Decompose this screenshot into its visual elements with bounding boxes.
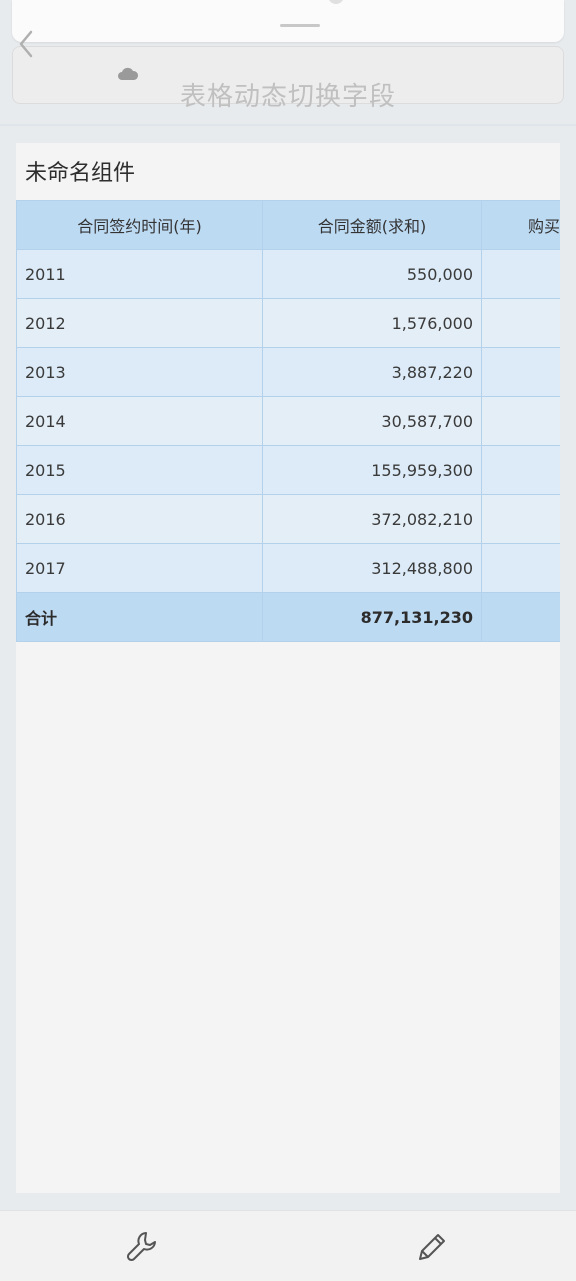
data-table-scroll[interactable]: 合同签约时间(年) 合同金额(求和) 购买 2011 550,000 2012 …: [16, 200, 560, 647]
table-widget-card: 未命名组件 合同签约时间(年) 合同金额(求和) 购买 2011 550,000…: [16, 143, 560, 1193]
header-divider: [0, 124, 576, 126]
cell-year: 2015: [16, 445, 263, 495]
table-total-row[interactable]: 合计 877,131,230: [16, 592, 560, 642]
data-table: 合同签约时间(年) 合同金额(求和) 购买 2011 550,000 2012 …: [16, 200, 560, 642]
cell-purchase: [481, 494, 560, 544]
cell-amount: 1,576,000: [262, 298, 482, 348]
cell-year: 2016: [16, 494, 263, 544]
cell-purchase: [481, 347, 560, 397]
cell-year: 2013: [16, 347, 263, 397]
cell-amount: 550,000: [262, 249, 482, 299]
cell-purchase: [481, 298, 560, 348]
pencil-icon: [419, 1234, 445, 1260]
cell-purchase: [481, 396, 560, 446]
cell-year: 2017: [16, 543, 263, 593]
page-title: 表格动态切换字段: [179, 82, 396, 112]
chevron-left-icon: [19, 30, 33, 58]
column-header-purchase[interactable]: 购买: [481, 200, 560, 250]
cell-amount: 3,887,220: [262, 347, 482, 397]
column-header-year[interactable]: 合同签约时间(年): [16, 200, 263, 250]
widget-title: 未命名组件: [25, 161, 136, 186]
column-header-amount[interactable]: 合同金额(求和): [262, 200, 482, 250]
table-row[interactable]: 2017 312,488,800: [16, 543, 560, 593]
cell-amount: 30,587,700: [262, 396, 482, 446]
drag-handle[interactable]: [280, 24, 320, 27]
table-row[interactable]: 2011 550,000: [16, 249, 560, 299]
sheet-indicator: [328, 0, 344, 4]
top-sheet: [12, 0, 564, 42]
cell-amount: 372,082,210: [262, 494, 482, 544]
edit-button[interactable]: [412, 1227, 452, 1267]
table-row[interactable]: 2012 1,576,000: [16, 298, 560, 348]
table-row[interactable]: 2016 372,082,210: [16, 494, 560, 544]
cell-purchase: [481, 249, 560, 299]
total-purchase: [481, 592, 560, 642]
total-amount: 877,131,230: [262, 592, 482, 642]
table-row[interactable]: 2014 30,587,700: [16, 396, 560, 446]
total-label: 合计: [16, 592, 263, 642]
wrench-icon: [126, 1232, 156, 1262]
back-button[interactable]: [14, 28, 38, 60]
table-row[interactable]: 2015 155,959,300: [16, 445, 560, 495]
cell-year: 2012: [16, 298, 263, 348]
table-header-row: 合同签约时间(年) 合同金额(求和) 购买: [16, 200, 560, 250]
table-row[interactable]: 2013 3,887,220: [16, 347, 560, 397]
cell-year: 2011: [16, 249, 263, 299]
cell-amount: 312,488,800: [262, 543, 482, 593]
cell-purchase: [481, 543, 560, 593]
bottom-toolbar: [0, 1210, 576, 1281]
cell-year: 2014: [16, 396, 263, 446]
cell-amount: 155,959,300: [262, 445, 482, 495]
settings-button[interactable]: [122, 1227, 162, 1267]
cell-purchase: [481, 445, 560, 495]
